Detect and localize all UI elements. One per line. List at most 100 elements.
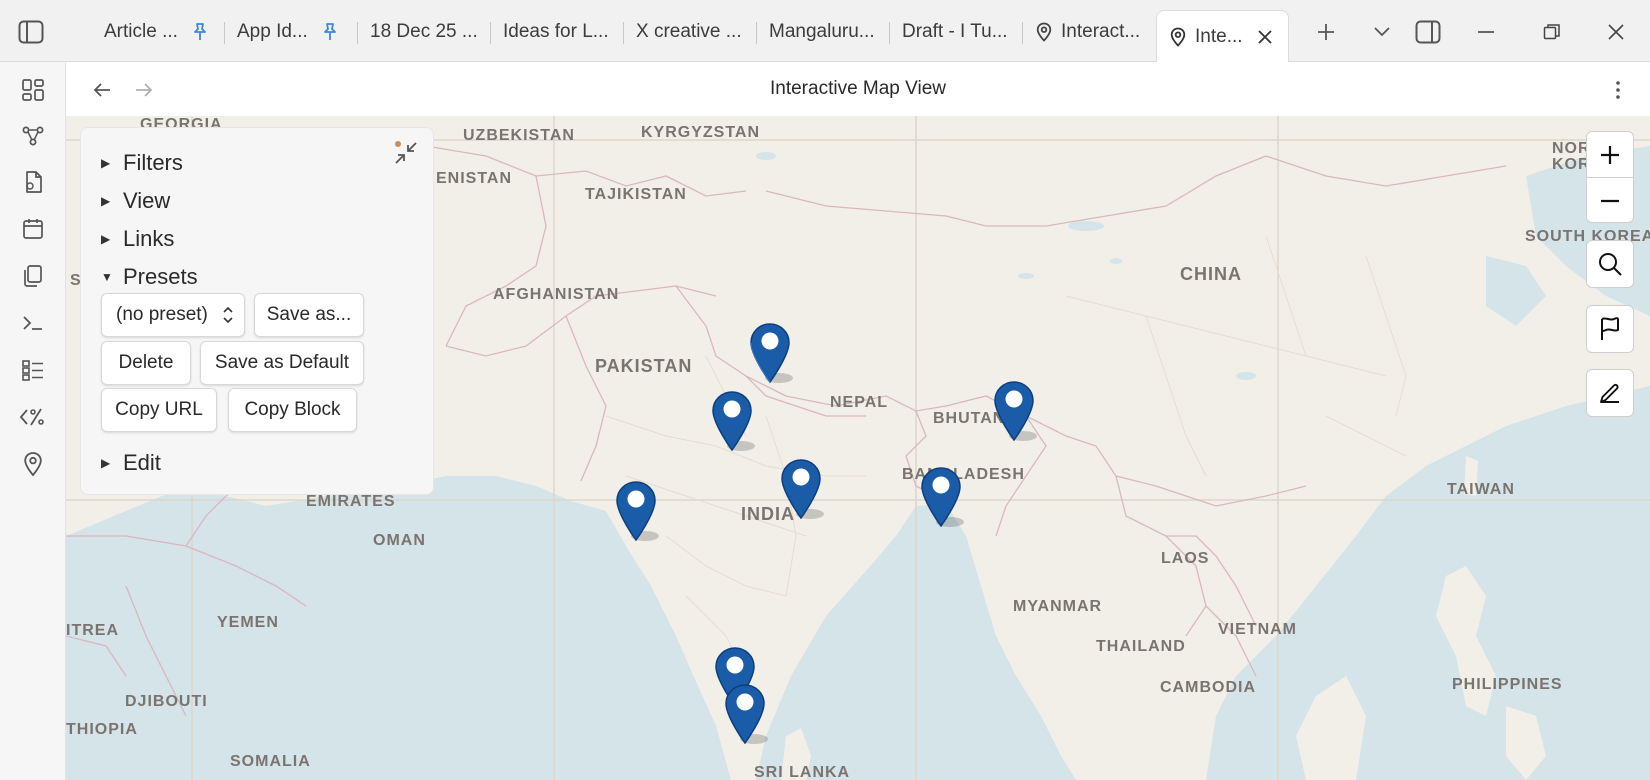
calendar-icon[interactable] bbox=[17, 213, 49, 245]
copy-files-icon[interactable] bbox=[17, 260, 49, 292]
map-label-china: CHINA bbox=[1180, 264, 1242, 284]
save-as-button[interactable]: Save as... bbox=[254, 293, 364, 337]
map-label-kyrgyzstan: KYRGYZSTAN bbox=[641, 124, 761, 141]
map-label-vietnam: VIETNAM bbox=[1218, 621, 1297, 638]
tab-interactive-1[interactable]: Interact... bbox=[1023, 10, 1156, 54]
copy-url-button[interactable]: Copy URL bbox=[101, 388, 217, 432]
tab-mangaluru[interactable]: Mangaluru... bbox=[757, 10, 890, 54]
expand-triangle-icon: ▶ bbox=[101, 456, 111, 470]
tab-label: Draft - I Tu... bbox=[902, 21, 1008, 42]
tab-label: 18 Dec 25 ... bbox=[370, 21, 478, 42]
section-label: View bbox=[123, 188, 171, 213]
map-label-taiwan: TAIWAN bbox=[1447, 481, 1515, 498]
sidebar-toggle-icon[interactable] bbox=[14, 17, 48, 47]
more-options-icon[interactable] bbox=[1608, 76, 1628, 104]
map-label-tajikistan: TAJIKISTAN bbox=[585, 186, 687, 203]
tab-label: App Id... bbox=[237, 21, 308, 42]
checklist-icon[interactable] bbox=[17, 354, 49, 386]
map-label-afghanistan: AFGHANISTAN bbox=[493, 286, 620, 303]
map-marker[interactable] bbox=[920, 466, 964, 528]
map-search-icon[interactable] bbox=[1586, 240, 1634, 288]
map-label-uzbekistan: UZBEKISTAN bbox=[463, 127, 575, 144]
section-view[interactable]: ▶ View bbox=[101, 186, 170, 216]
map-view-icon[interactable] bbox=[17, 448, 49, 480]
tab-label: X creative ... bbox=[636, 21, 742, 42]
section-edit[interactable]: ▶ Edit bbox=[101, 448, 161, 478]
map-label-somalia: SOMALIA bbox=[230, 753, 311, 770]
tab-list-chevron-icon[interactable] bbox=[1364, 14, 1400, 50]
expand-triangle-icon: ▶ bbox=[101, 232, 111, 246]
tab-x-creative[interactable]: X creative ... bbox=[624, 10, 757, 54]
map-marker[interactable] bbox=[780, 458, 824, 520]
section-label: Presets bbox=[123, 264, 198, 289]
map-label-cambodia: CAMBODIA bbox=[1160, 679, 1256, 696]
section-filters[interactable]: ▶ Filters bbox=[101, 148, 183, 178]
map-label-emirates: EMIRATES bbox=[306, 493, 396, 510]
map-label-philippines: PHILIPPINES bbox=[1452, 676, 1563, 693]
expand-triangle-icon: ▶ bbox=[101, 156, 111, 170]
tab-ideas[interactable]: Ideas for L... bbox=[491, 10, 624, 54]
tab-app-ideas[interactable]: App Id... bbox=[225, 10, 358, 54]
zoom-out-icon[interactable] bbox=[1587, 178, 1633, 223]
tab-strip: Article ... App Id... 18 Dec 25 ... Idea… bbox=[92, 10, 1289, 62]
tab-18-dec[interactable]: 18 Dec 25 ... bbox=[358, 10, 491, 54]
map-label-myanmar: MYANMAR bbox=[1013, 598, 1103, 615]
map-marker[interactable] bbox=[711, 390, 755, 452]
map-label-djibouti: DJIBOUTI bbox=[125, 693, 208, 710]
map-label-oman: OMAN bbox=[373, 532, 426, 549]
map-label-thailand: THAILAND bbox=[1096, 638, 1186, 655]
view-header: Interactive Map View bbox=[66, 62, 1650, 116]
tab-label: Inte... bbox=[1195, 25, 1243, 47]
map-label-itrea: ITREA bbox=[66, 622, 119, 639]
map-marker[interactable] bbox=[993, 380, 1037, 442]
map-marker[interactable] bbox=[749, 322, 793, 384]
close-tab-icon[interactable] bbox=[1257, 29, 1273, 45]
map-pin-icon bbox=[1035, 22, 1053, 42]
dashboard-icon[interactable] bbox=[17, 74, 49, 106]
tab-bar: Article ... App Id... 18 Dec 25 ... Idea… bbox=[0, 0, 1650, 62]
collapse-triangle-icon: ▼ bbox=[101, 270, 113, 284]
close-window-icon[interactable] bbox=[1598, 14, 1634, 50]
map-label-sri-lanka: SRI LANKA bbox=[754, 764, 851, 780]
map-pin-icon bbox=[1169, 27, 1187, 47]
section-links[interactable]: ▶ Links bbox=[101, 224, 174, 254]
graph-view-icon[interactable] bbox=[17, 120, 49, 152]
pin-icon bbox=[320, 22, 340, 42]
right-sidebar-toggle-icon[interactable] bbox=[1410, 14, 1446, 50]
save-as-default-button[interactable]: Save as Default bbox=[200, 341, 364, 385]
delete-preset-button[interactable]: Delete bbox=[101, 341, 191, 385]
zoom-controls bbox=[1586, 131, 1634, 223]
edit-pencil-icon[interactable] bbox=[1586, 369, 1634, 417]
view-title: Interactive Map View bbox=[769, 78, 946, 99]
restore-window-icon[interactable] bbox=[1534, 14, 1570, 50]
tab-label: Ideas for L... bbox=[503, 21, 609, 42]
map-label-laos: LAOS bbox=[1161, 550, 1210, 567]
preset-select-value: (no preset) bbox=[116, 304, 208, 325]
map-control-panel: ▶ Filters ▶ View ▶ Links ▼ Presets (no p… bbox=[80, 127, 434, 495]
zoom-in-icon[interactable] bbox=[1587, 132, 1633, 177]
terminal-icon[interactable] bbox=[17, 307, 49, 339]
left-ribbon bbox=[0, 62, 66, 780]
map-label-north-korea-2: KOR bbox=[1552, 156, 1591, 173]
tab-interactive-active[interactable]: Inte... bbox=[1156, 10, 1289, 62]
map-marker[interactable] bbox=[615, 480, 659, 542]
template-percent-icon[interactable] bbox=[17, 401, 49, 433]
pin-icon bbox=[190, 22, 210, 42]
minimize-icon[interactable] bbox=[1468, 14, 1504, 50]
copy-block-button[interactable]: Copy Block bbox=[228, 388, 357, 432]
section-label: Links bbox=[123, 226, 175, 251]
map-label-thiopia: THIOPIA bbox=[66, 721, 138, 738]
flag-icon[interactable] bbox=[1586, 305, 1634, 353]
section-presets[interactable]: ▼ Presets bbox=[101, 262, 198, 292]
new-tab-icon[interactable] bbox=[1308, 14, 1344, 50]
tab-label: Mangaluru... bbox=[769, 21, 875, 42]
map-marker[interactable] bbox=[724, 683, 768, 745]
file-explorer-icon[interactable] bbox=[17, 166, 49, 198]
preset-select[interactable]: (no preset) bbox=[101, 293, 245, 337]
map-label-yemen: YEMEN bbox=[217, 614, 279, 631]
select-chevron-icon bbox=[222, 305, 234, 331]
tab-label: Article ... bbox=[104, 21, 178, 42]
collapse-panel-icon[interactable] bbox=[391, 138, 421, 168]
tab-draft[interactable]: Draft - I Tu... bbox=[890, 10, 1023, 54]
tab-article[interactable]: Article ... bbox=[92, 10, 225, 54]
